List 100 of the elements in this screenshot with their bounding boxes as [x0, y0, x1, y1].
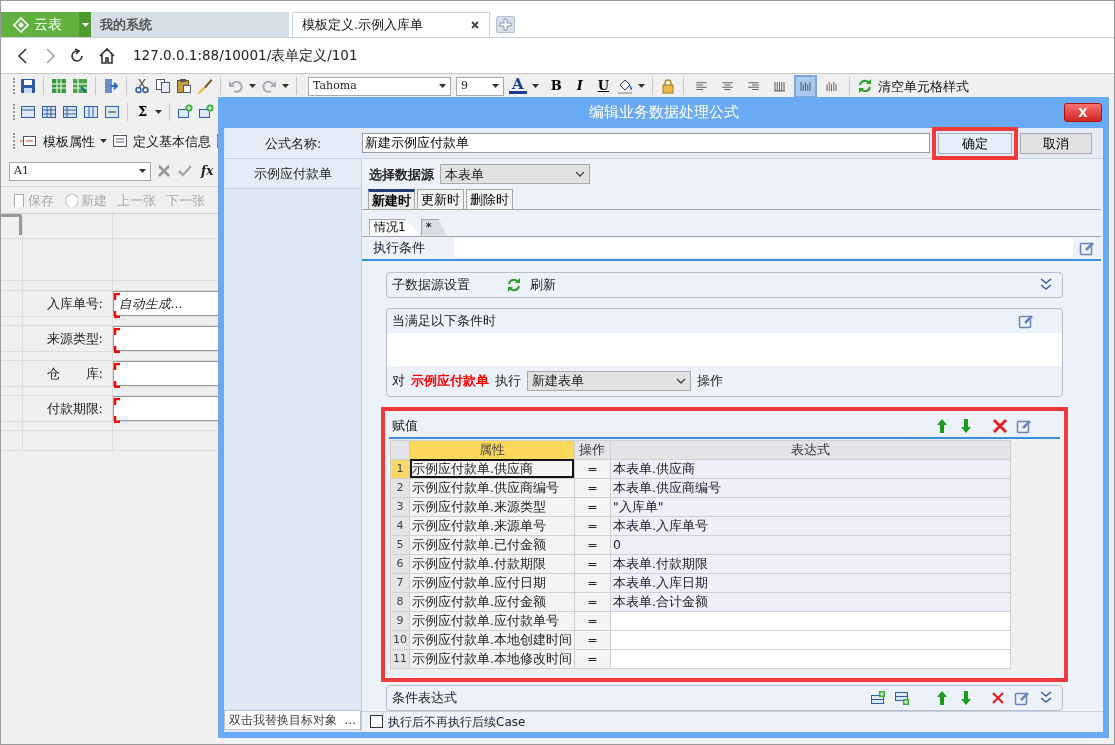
cell-select[interactable]: A1: [9, 161, 151, 181]
save-icon[interactable]: [20, 78, 36, 94]
plus-icon: [499, 18, 512, 31]
caret-icon[interactable]: [155, 110, 163, 114]
expand-icon[interactable]: [1038, 276, 1054, 293]
bars-icon[interactable]: [795, 75, 817, 97]
expand-icon[interactable]: [1038, 689, 1054, 706]
condition-field[interactable]: [454, 238, 1073, 258]
caret-icon[interactable]: [439, 84, 446, 88]
refresh-icon[interactable]: [506, 276, 522, 293]
delete-icon[interactable]: [990, 689, 1006, 706]
browser-tab[interactable]: 模板定义.示例入库单: [292, 12, 490, 37]
delete-icon[interactable]: [992, 417, 1008, 434]
home-icon[interactable]: [98, 46, 116, 65]
info-icon[interactable]: [112, 133, 128, 149]
add-row-icon[interactable]: [870, 689, 886, 706]
underline-button[interactable]: U: [594, 78, 613, 94]
font-color-button[interactable]: A: [509, 78, 527, 94]
spreadsheet-icon[interactable]: [51, 78, 67, 94]
action-text: 执行: [495, 373, 521, 389]
replace-field[interactable]: 双击我替换目标对象 ...: [224, 710, 361, 730]
move-up-icon[interactable]: [934, 689, 950, 706]
list-item[interactable]: 示例应付款单: [224, 159, 361, 189]
name-field[interactable]: 新建示例应付款单: [362, 133, 930, 153]
grid-icon[interactable]: [62, 104, 78, 120]
input-field[interactable]: [113, 396, 218, 421]
column-header[interactable]: 操作: [574, 440, 611, 460]
dropdown-button[interactable]: [79, 12, 91, 37]
grid-icon[interactable]: [83, 104, 99, 120]
source-select[interactable]: 本表单: [440, 164, 590, 185]
template-icon[interactable]: [20, 133, 38, 149]
column-header[interactable]: 表达式: [610, 440, 1011, 460]
dialog-title: 编辑业务数据处理公式: [588, 103, 739, 122]
caret-icon[interactable]: [531, 84, 539, 88]
caret-icon[interactable]: [282, 84, 289, 88]
add-table-icon[interactable]: [198, 104, 215, 120]
edit-icon[interactable]: [1014, 689, 1030, 706]
input-field[interactable]: 自动生成...: [113, 291, 218, 316]
move-up-icon[interactable]: [934, 417, 950, 434]
move-down-icon[interactable]: [958, 417, 974, 434]
document-icon: [11, 193, 25, 207]
caret-icon[interactable]: [100, 139, 107, 143]
more-button[interactable]: ...: [344, 712, 356, 728]
table-cell[interactable]: 示例应付款单.供应商: [409, 459, 575, 479]
panel-title: 赋值: [392, 418, 418, 434]
caret-icon[interactable]: [492, 84, 499, 88]
grid-icon[interactable]: [41, 104, 57, 120]
template-props-button[interactable]: 模板属性: [43, 133, 95, 149]
field-label: 付款期限:: [46, 400, 104, 417]
address-field[interactable]: 127.0.0.1:88/10001/表单定义/101: [133, 47, 358, 64]
tab[interactable]: *: [420, 218, 447, 236]
function-button[interactable]: fx: [198, 163, 217, 179]
tab[interactable]: 删除时: [466, 189, 513, 209]
close-button[interactable]: X: [1064, 103, 1102, 122]
close-icon[interactable]: [469, 19, 481, 31]
fill-color-icon[interactable]: [617, 78, 634, 94]
cut-icon[interactable]: [134, 78, 150, 94]
input-field[interactable]: [113, 326, 218, 351]
basic-info-button[interactable]: 定义基本信息: [133, 133, 211, 149]
panel-title: 当满足以下条件时: [392, 313, 496, 329]
font-select[interactable]: Tahoma: [308, 76, 451, 96]
caret-icon[interactable]: [638, 84, 646, 88]
clear-style-button[interactable]: 清空单元格样式: [878, 78, 970, 94]
browser-tab[interactable]: 我的系统: [91, 12, 289, 37]
logo-icon: [13, 16, 29, 33]
merge-icon[interactable]: [104, 104, 120, 120]
paste-icon[interactable]: [176, 78, 192, 94]
caret-icon[interactable]: [139, 169, 146, 173]
tab[interactable]: 情况1: [369, 218, 421, 236]
brush-icon[interactable]: [197, 78, 213, 94]
lock-icon[interactable]: [660, 78, 677, 94]
refresh-button[interactable]: 刷新: [530, 277, 556, 293]
size-select[interactable]: 9: [456, 76, 504, 96]
caret-icon[interactable]: [249, 84, 256, 88]
spreadsheet-icon[interactable]: [72, 78, 88, 94]
refresh-icon[interactable]: [857, 78, 874, 94]
operation-select[interactable]: 新建表单: [527, 370, 691, 391]
checkbox[interactable]: [370, 715, 383, 729]
italic-button[interactable]: I: [573, 78, 586, 94]
exit-icon[interactable]: [103, 78, 119, 94]
grid-icon[interactable]: [20, 104, 36, 120]
panel-title: 条件表达式: [392, 690, 457, 706]
tab[interactable]: 新建时: [368, 189, 415, 209]
cancel-button[interactable]: 取消: [1020, 132, 1092, 154]
tab[interactable]: 更新时: [417, 189, 464, 209]
column-header[interactable]: 属性: [409, 440, 575, 460]
sum-button[interactable]: Σ: [135, 104, 151, 120]
confirm-button[interactable]: 确定: [938, 132, 1012, 154]
edit-icon[interactable]: [1079, 239, 1095, 256]
form-label: 公式名称:: [263, 135, 323, 151]
edit-icon[interactable]: [1016, 417, 1032, 434]
copy-icon[interactable]: [155, 78, 171, 94]
edit-icon[interactable]: [1018, 312, 1034, 329]
input-field[interactable]: [113, 361, 218, 386]
field-label: 仓 库:: [46, 365, 104, 382]
cell-name: A1: [14, 164, 29, 178]
add-row-icon[interactable]: [894, 689, 910, 706]
add-table-icon[interactable]: [177, 104, 194, 120]
bold-button[interactable]: B: [547, 78, 565, 94]
move-down-icon[interactable]: [958, 689, 974, 706]
